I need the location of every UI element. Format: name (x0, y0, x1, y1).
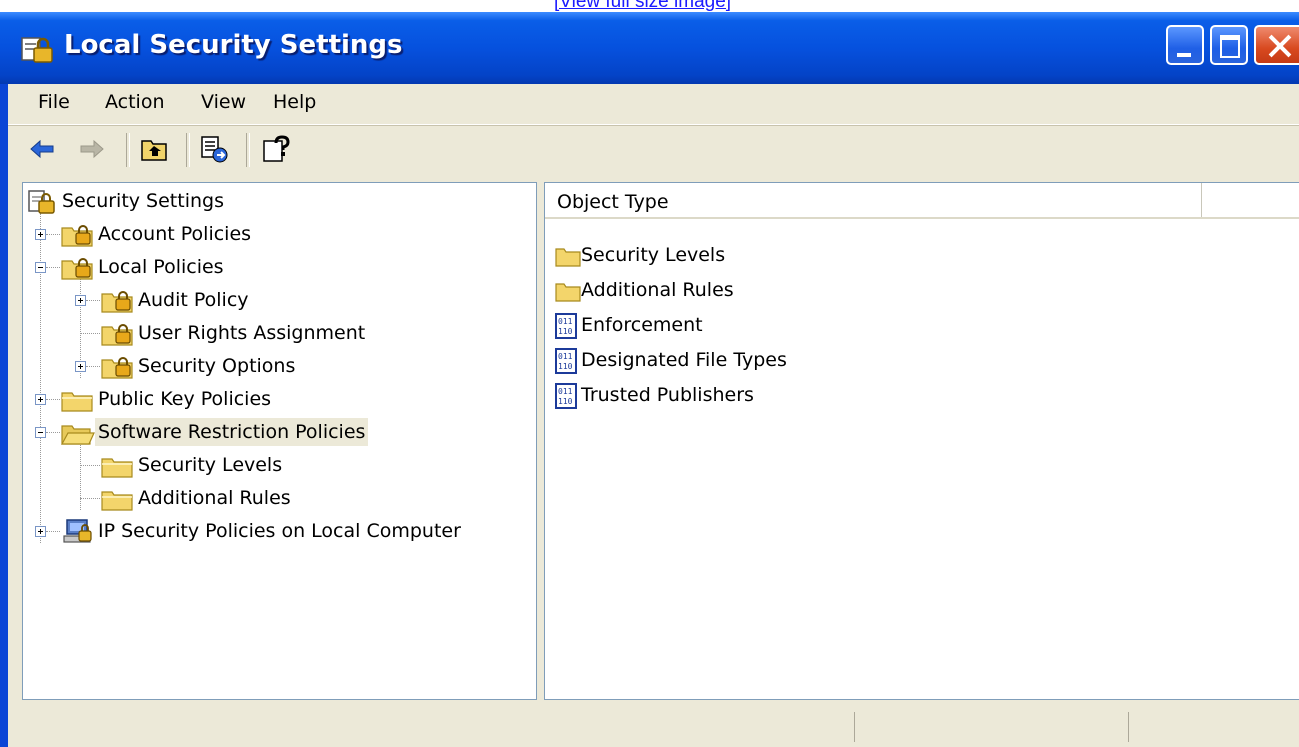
menu-help[interactable]: Help (273, 91, 316, 113)
tree-label: Account Policies (98, 223, 252, 245)
list-item-label: Enforcement (581, 314, 703, 336)
secured-folder-icon (61, 258, 93, 280)
maximize-button[interactable] (1210, 25, 1248, 65)
collapse-toggle[interactable] (35, 427, 46, 438)
ip-security-icon (63, 519, 92, 543)
menu-bar: File Action View Help (8, 84, 1299, 124)
folder-icon (555, 283, 581, 302)
forward-arrow-icon[interactable] (78, 135, 106, 163)
column-header-row: Object Type (545, 183, 1299, 219)
expand-toggle[interactable] (35, 229, 46, 240)
list-item-label: Security Levels (581, 244, 726, 266)
svg-text:110: 110 (558, 397, 573, 406)
folder-icon (61, 392, 93, 412)
secured-folder-icon (101, 357, 133, 379)
svg-text:011: 011 (558, 317, 573, 326)
svg-text:110: 110 (558, 362, 573, 371)
tree-connector (46, 531, 60, 532)
collapse-toggle[interactable] (35, 262, 46, 273)
expand-toggle[interactable] (35, 526, 46, 537)
tree-label: Public Key Policies (98, 388, 272, 410)
tree-label: Security Options (138, 355, 296, 377)
column-header-label: Object Type (557, 191, 669, 213)
column-header-empty[interactable] (1201, 183, 1299, 219)
app-window: Local Security Settings File Action View… (0, 12, 1299, 747)
svg-text:011: 011 (558, 352, 573, 361)
expand-toggle[interactable] (75, 295, 86, 306)
secured-folder-icon (61, 225, 93, 247)
tree-connector (80, 333, 100, 334)
toolbar-separator (246, 133, 250, 167)
svg-text:011: 011 (558, 387, 573, 396)
back-arrow-icon[interactable] (28, 135, 56, 163)
open-folder-icon (61, 425, 95, 445)
expand-toggle[interactable] (35, 394, 46, 405)
tree-label: IP Security Policies on Local Computer (98, 520, 461, 542)
toolbar (8, 124, 1299, 175)
view-full-size-link-area: [View full size image] (0, 0, 1299, 12)
folder-icon (555, 248, 581, 267)
status-bar (8, 704, 1299, 747)
details-pane[interactable]: Object Type Security Levels Additional R… (544, 182, 1299, 700)
up-one-level-icon[interactable] (140, 135, 168, 163)
tree-label: Additional Rules (138, 487, 291, 509)
secured-folder-icon (101, 291, 133, 313)
tree-label: Security Settings (62, 190, 224, 212)
status-bar-divider (1128, 712, 1129, 742)
tree-label: Security Levels (138, 454, 283, 476)
folder-icon (101, 491, 133, 511)
expand-toggle[interactable] (75, 361, 86, 372)
menu-view[interactable]: View (201, 91, 246, 113)
policy-setting-icon: 011 110 (555, 313, 577, 339)
policy-setting-icon: 011 110 (555, 383, 577, 409)
status-bar-divider (854, 712, 855, 742)
tree-label: Software Restriction Policies (95, 418, 369, 446)
close-button[interactable] (1254, 25, 1299, 65)
tree-connector (86, 366, 100, 367)
title-bar[interactable]: Local Security Settings (0, 12, 1299, 84)
tree-connector (46, 432, 60, 433)
toolbar-separator (126, 133, 130, 167)
menu-action[interactable]: Action (105, 91, 165, 113)
list-item-label: Trusted Publishers (581, 384, 754, 406)
list-item-label: Designated File Types (581, 349, 787, 371)
tree-label: Local Policies (98, 256, 224, 278)
toolbar-separator (186, 133, 190, 167)
tree-connector (80, 498, 100, 499)
view-full-size-link[interactable]: [View full size image] (554, 0, 731, 12)
menu-file[interactable]: File (38, 91, 70, 113)
tree-connector (46, 399, 60, 400)
tree-connector (80, 443, 81, 510)
tree-connector (46, 267, 60, 268)
minimize-button[interactable] (1166, 25, 1204, 65)
tree-connector (86, 300, 100, 301)
secured-folder-icon (101, 324, 133, 346)
svg-text:110: 110 (558, 327, 573, 336)
policy-setting-icon: 011 110 (555, 348, 577, 374)
console-tree[interactable]: Security Settings Account Policies Local… (22, 182, 537, 700)
tree-label: Audit Policy (138, 289, 249, 311)
folder-icon (101, 458, 133, 478)
tree-connector (46, 234, 60, 235)
export-list-icon[interactable] (200, 135, 228, 163)
tree-label: User Rights Assignment (138, 322, 366, 344)
security-settings-icon (21, 37, 53, 63)
security-settings-icon (28, 190, 55, 214)
window-title: Local Security Settings (64, 30, 403, 60)
list-item-label: Additional Rules (581, 279, 734, 301)
tree-connector (80, 465, 100, 466)
column-header-object-type[interactable]: Object Type (545, 183, 1202, 219)
help-icon[interactable] (262, 135, 290, 163)
